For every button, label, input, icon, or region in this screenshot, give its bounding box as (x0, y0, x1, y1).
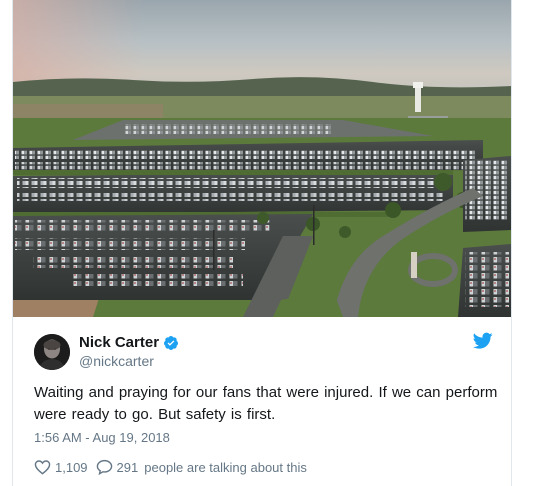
like-count[interactable]: 1,109 (55, 460, 88, 475)
heart-icon[interactable] (34, 459, 51, 475)
reply-count[interactable]: 291 (117, 460, 139, 475)
tweet-card[interactable]: Nick Carter @nickcarter Waiting and pray… (12, 0, 512, 486)
twitter-bird-icon[interactable] (473, 332, 493, 350)
tweet-actions: 1,109 291 people are talking about this (34, 458, 307, 476)
avatar-portrait-icon (34, 334, 70, 370)
avatar[interactable] (34, 334, 70, 370)
handle[interactable]: @nickcarter (79, 353, 154, 369)
display-name[interactable]: Nick Carter (79, 334, 159, 352)
author-name-row[interactable]: Nick Carter (79, 334, 179, 352)
tweet-photo[interactable] (13, 0, 511, 317)
tweet-text: Waiting and praying for our fans that we… (34, 384, 498, 423)
speech-bubble-icon[interactable] (96, 459, 113, 475)
talking-label[interactable]: people are talking about this (144, 460, 307, 475)
verified-badge-icon (164, 336, 179, 350)
timestamp-link[interactable]: 1:56 AM - Aug 19, 2018 (34, 430, 170, 446)
